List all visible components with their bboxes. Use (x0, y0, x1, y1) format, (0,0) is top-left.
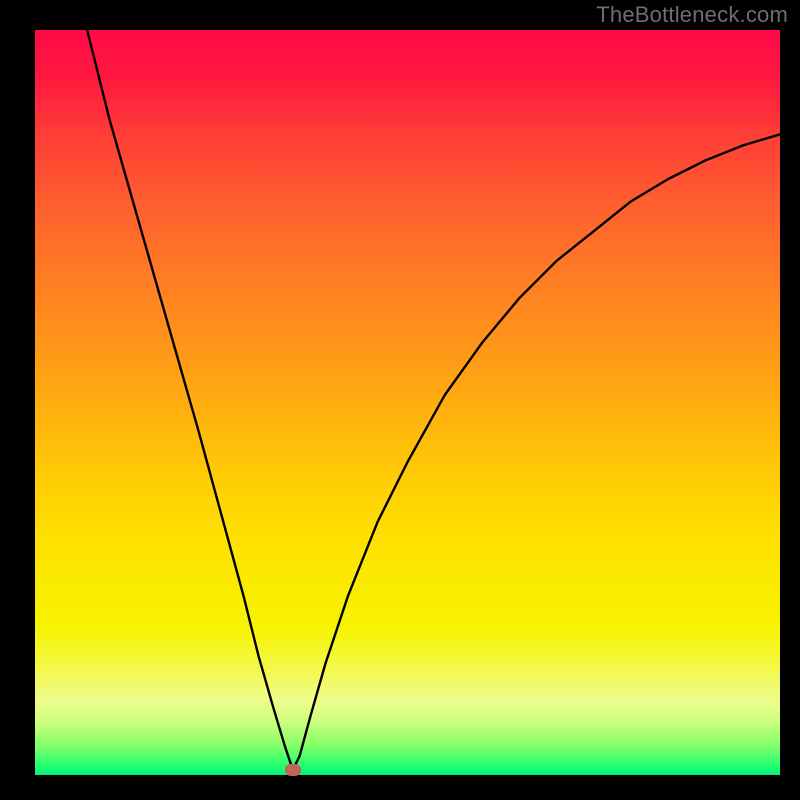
frame-bottom (35, 775, 780, 777)
bottleneck-marker (285, 764, 301, 776)
chart-curve (35, 30, 780, 775)
watermark-text: TheBottleneck.com (596, 2, 788, 28)
frame-right (780, 30, 782, 775)
chart-stage: TheBottleneck.com (0, 0, 800, 800)
curve-path (87, 30, 780, 770)
